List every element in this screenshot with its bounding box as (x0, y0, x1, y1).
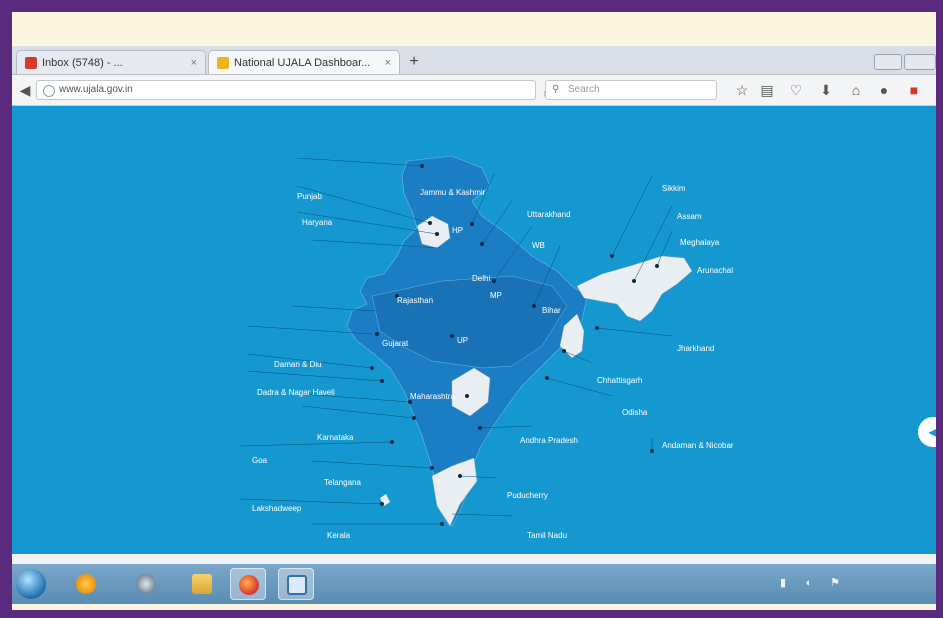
addon-icon[interactable]: ■ (904, 80, 924, 100)
label-lakshadweep[interactable]: Lakshadweep (252, 504, 301, 513)
gmail-icon (25, 56, 37, 69)
search-placeholder: Search (568, 84, 600, 95)
firefox-icon[interactable] (230, 568, 266, 600)
highlight-northeast (576, 255, 693, 322)
url-text: www.ujala.gov.in (59, 84, 133, 95)
label-dnh[interactable]: Dadra & Nagar Haveli (257, 388, 335, 397)
label-sikkim[interactable]: Sikkim (662, 184, 686, 193)
label-goa[interactable]: Goa (252, 456, 267, 465)
speaker-icon[interactable]: ▮ (776, 576, 790, 590)
page-bottom-band (12, 554, 936, 564)
chat-icon[interactable]: ● (874, 80, 894, 100)
search-icon: ⚲ (552, 84, 560, 95)
media-player-icon[interactable] (68, 568, 104, 600)
star-icon[interactable]: ☆ (732, 80, 752, 100)
label-telangana[interactable]: Telangana (324, 478, 361, 487)
label-hp[interactable]: HP (452, 226, 463, 235)
generic-app-icon[interactable] (128, 568, 164, 600)
system-tray: ▮ ◐ ⚑ (756, 564, 936, 604)
label-mp[interactable]: MP (490, 291, 502, 300)
file-explorer-icon[interactable] (184, 568, 220, 600)
photo-frame: Inbox (5748) - ... × National UJALA Dash… (12, 12, 936, 610)
search-input[interactable]: ⚲ Search (545, 80, 717, 100)
label-gujarat[interactable]: Gujarat (382, 339, 408, 348)
close-tab-icon[interactable]: × (379, 57, 391, 69)
label-rajasthan[interactable]: Rajasthan (397, 296, 433, 305)
label-jk[interactable]: Jammu & Kashmir (420, 188, 485, 197)
back-button[interactable]: ◀ (16, 81, 34, 99)
label-odisha[interactable]: Odisha (622, 408, 647, 417)
flag-icon[interactable]: ⚑ (828, 576, 842, 590)
network-icon[interactable]: ◐ (802, 576, 816, 590)
app-window-icon[interactable] (278, 568, 314, 600)
tab-inbox[interactable]: Inbox (5748) - ... × (16, 50, 206, 74)
label-wb[interactable]: WB (532, 241, 545, 250)
map-content: Jammu & Kashmir Punjab Haryana HP Delhi … (12, 106, 936, 554)
nav-bar: ◀ www.ujala.gov.in ↻ ⚲ Search ☆ ▤ ♡ ⬇ ⌂ … (12, 75, 936, 106)
pocket-icon[interactable]: ♡ (786, 80, 806, 100)
windows-start-icon[interactable] (16, 569, 46, 599)
tab-label: Inbox (5748) - ... (42, 56, 123, 69)
home-icon[interactable]: ⌂ (846, 80, 866, 100)
url-bar[interactable]: www.ujala.gov.in ↻ (36, 80, 552, 102)
tab-label: National UJALA Dashboar... (234, 56, 371, 69)
bottom-border (12, 604, 936, 610)
india-map (239, 155, 693, 527)
top-border (12, 12, 936, 46)
close-tab-icon[interactable]: × (185, 57, 197, 69)
label-assam[interactable]: Assam (677, 212, 701, 221)
label-jharkhand[interactable]: Jharkhand (677, 344, 714, 353)
download-icon[interactable]: ⬇ (816, 80, 836, 100)
label-kerala[interactable]: Kerala (327, 531, 350, 540)
tab-ujala-dashboard[interactable]: National UJALA Dashboar... × (208, 50, 400, 74)
ujala-icon (217, 56, 229, 69)
taskbar: ▮ ◐ ⚑ (12, 564, 936, 604)
label-andaman[interactable]: Andaman & Nicobar (662, 441, 734, 450)
label-arunachal[interactable]: Arunachal (697, 266, 733, 275)
new-tab-button[interactable]: + (404, 52, 424, 72)
label-meghalaya[interactable]: Meghalaya (680, 238, 719, 247)
label-maharashtra[interactable]: Maharashtra (410, 392, 455, 401)
label-uttarakhand[interactable]: Uttarakhand (527, 210, 571, 219)
maximize-button[interactable] (904, 54, 936, 70)
label-up[interactable]: UP (457, 336, 468, 345)
site-info-icon[interactable] (43, 85, 55, 97)
reading-list-icon[interactable]: ▤ (757, 80, 777, 100)
label-ap[interactable]: Andhra Pradesh (520, 436, 578, 445)
label-daman-diu[interactable]: Daman & Diu (274, 360, 322, 369)
label-chhattisgarh[interactable]: Chhattisgarh (597, 376, 642, 385)
label-karnataka[interactable]: Karnataka (317, 433, 353, 442)
label-punjab[interactable]: Punjab (297, 192, 322, 201)
label-haryana[interactable]: Haryana (302, 218, 332, 227)
label-puducherry[interactable]: Puducherry (507, 491, 548, 500)
label-tamil-nadu[interactable]: Tamil Nadu (527, 531, 567, 540)
label-delhi[interactable]: Delhi (472, 274, 490, 283)
minimize-button[interactable] (874, 54, 902, 70)
tab-strip: Inbox (5748) - ... × National UJALA Dash… (12, 46, 936, 75)
label-bihar[interactable]: Bihar (542, 306, 561, 315)
